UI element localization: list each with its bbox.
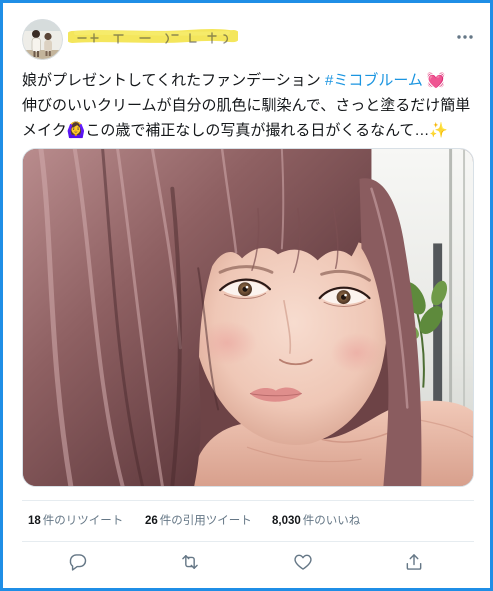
like-button[interactable] [293, 552, 313, 572]
sparkles-emoji: ✨ [429, 122, 449, 139]
stat-value: 8,030 [272, 515, 301, 527]
tweet-line-3: メイク🙆‍♀️この歳で補正なしの写真が撮れる日がくるなんて…✨ [22, 118, 484, 143]
tweet-line-2: 伸びのいいクリームが自分の肌色に馴染んで、さっと塗るだけ簡単 [22, 93, 484, 118]
tweet-card: 娘がプレゼントしてくれたファンデーション #ミコブルーム 💓 伸びのいいクリームが… [0, 0, 493, 591]
more-button[interactable] [455, 31, 475, 43]
selfie-photo-icon [23, 149, 473, 486]
tweet-text-segment: この歳で補正なしの写真が撮れる日がくるなんて… [85, 122, 430, 139]
reply-button[interactable] [68, 552, 88, 572]
tweet-text-segment: メイク [22, 122, 67, 139]
retweet-button[interactable] [180, 552, 200, 572]
stat-value: 18 [28, 515, 41, 527]
share-button[interactable] [404, 552, 424, 572]
stat-label: 件の引用ツイート [159, 515, 252, 527]
quote-tweets-stat[interactable]: 26 件の引用ツイート [145, 512, 252, 530]
tweet-text-segment: 伸びのいいクリームが自分の肌色に馴染んで、さっと塗るだけ簡単 [22, 97, 471, 114]
avatar[interactable] [22, 19, 63, 60]
like-icon [294, 554, 312, 570]
divider [22, 541, 474, 542]
tweet-text: 娘がプレゼントしてくれたファンデーション #ミコブルーム 💓 伸びのいいクリームが… [22, 68, 484, 143]
tweet-line-1: 娘がプレゼントしてくれたファンデーション #ミコブルーム 💓 [22, 68, 484, 93]
stat-label: 件のいいね [302, 515, 361, 527]
stat-label: 件のリツイート [42, 515, 124, 527]
avatar-photo-icon [22, 19, 63, 60]
redacted-username [68, 27, 238, 47]
heart-emoji: 💓 [426, 72, 446, 89]
more-horizontal-icon [457, 35, 473, 39]
highlighter-scribble [68, 28, 238, 44]
tweet-text-segment: 娘がプレゼントしてくれたファンデーション [22, 72, 325, 89]
likes-stat[interactable]: 8,030 件のいいね [272, 512, 360, 530]
gesture-ok-emoji: 🙆‍♀️ [66, 122, 86, 139]
stat-value: 26 [145, 515, 158, 527]
reply-icon [69, 554, 87, 571]
divider [22, 500, 474, 501]
hashtag-link[interactable]: #ミコブルーム [325, 72, 423, 89]
retweet-icon [182, 555, 198, 569]
share-icon [406, 554, 422, 570]
tweet-photo[interactable] [22, 148, 474, 487]
retweets-stat[interactable]: 18 件のリツイート [28, 512, 123, 530]
